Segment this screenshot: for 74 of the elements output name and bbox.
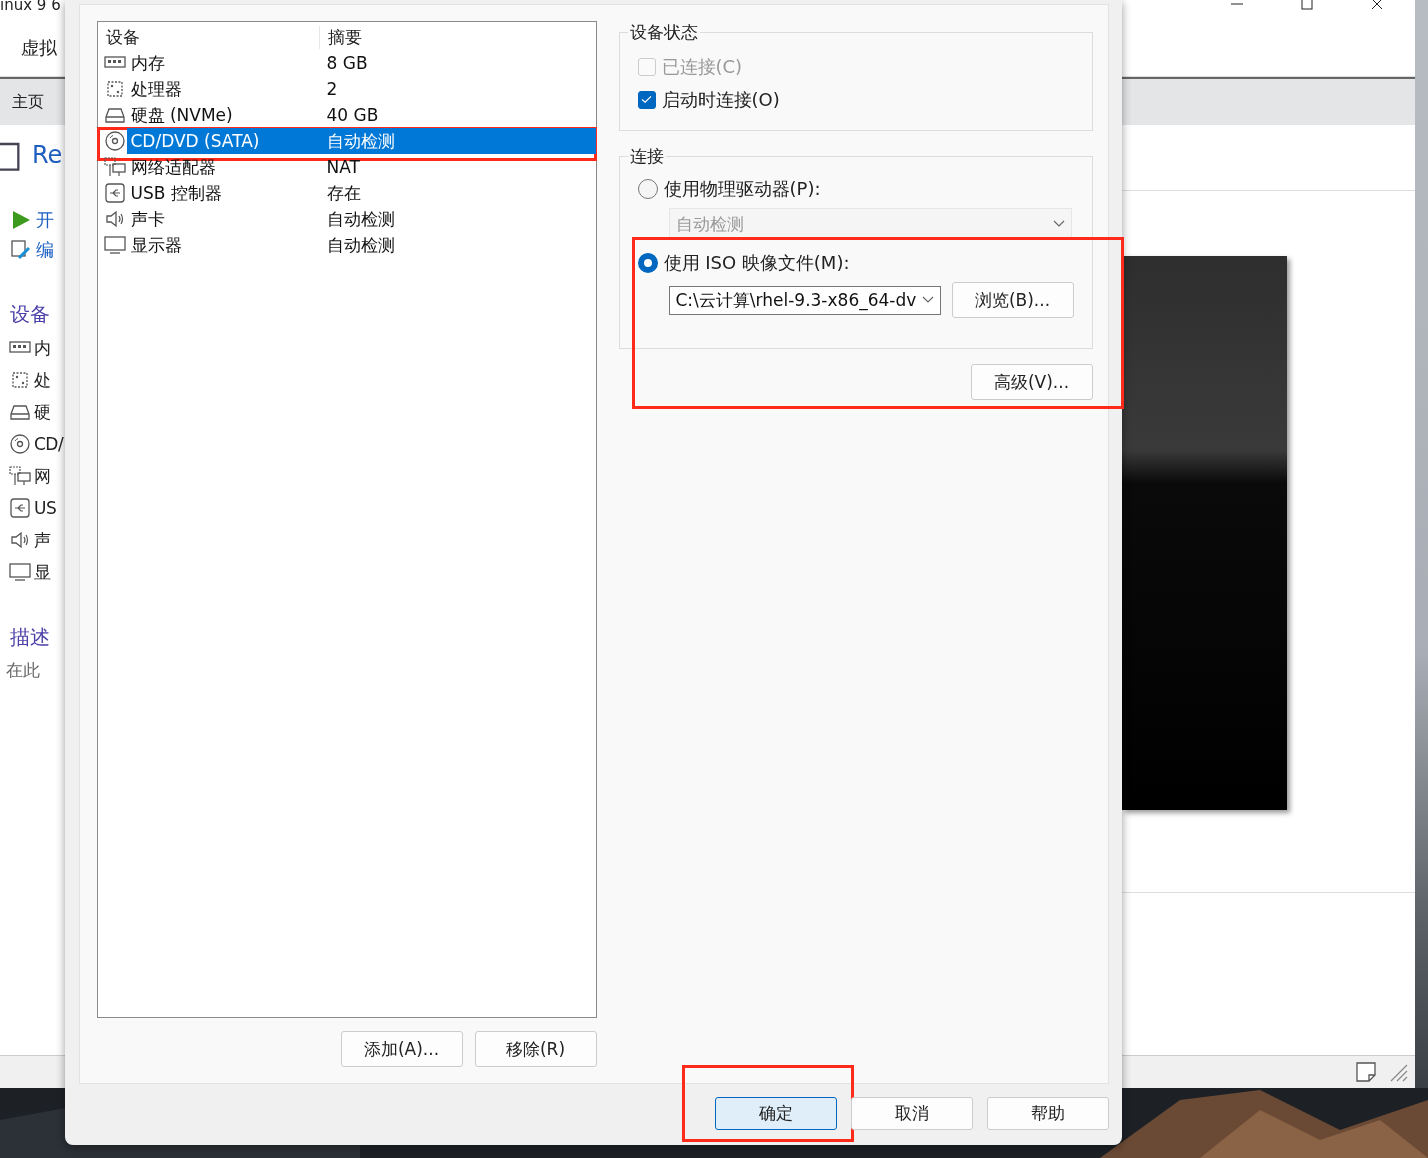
- dialog-button[interactable]: 帮助: [986, 1097, 1109, 1130]
- device-row[interactable]: CD/DVD (SATA) 自动检测: [97, 128, 596, 154]
- table-cell-text: USB 控制器: [129, 181, 223, 205]
- table-cell-text: 硬盘 (NVMe): [129, 103, 234, 127]
- table-cell-text: 自动检测: [325, 207, 396, 231]
- description-text: 在此: [6, 659, 41, 682]
- disc-icon: [8, 432, 32, 456]
- device-item[interactable]: 内: [8, 332, 65, 364]
- iso-path-combobox[interactable]: C:\云计算\rhel-9.3-x86_64-dv: [668, 285, 941, 315]
- check-icon: [641, 95, 652, 104]
- table-cell: 自动检测: [318, 128, 596, 154]
- home-tab[interactable]: 主页: [12, 91, 44, 113]
- table-cell-text: 内存: [129, 51, 166, 75]
- device-row[interactable]: 内存 8 GB: [97, 50, 596, 76]
- device-row[interactable]: USB 控制器 存在: [97, 180, 596, 206]
- table-cell-text: NAT: [325, 157, 361, 177]
- section-heading: 设备: [10, 301, 51, 328]
- close-icon[interactable]: [1369, 0, 1385, 12]
- note-icon[interactable]: [1355, 1061, 1377, 1083]
- action-link[interactable]: 开: [10, 205, 54, 235]
- device-item[interactable]: 显: [8, 556, 65, 588]
- checkbox[interactable]: [637, 90, 656, 109]
- usb-icon: [8, 496, 32, 520]
- table-cell-text: CD/DVD (SATA): [129, 131, 261, 151]
- group-title: 连接: [628, 145, 665, 168]
- device-row[interactable]: 显示器 自动检测: [97, 232, 596, 258]
- play-icon: [10, 209, 32, 231]
- dialog-button[interactable]: 取消: [850, 1097, 973, 1130]
- radio-button[interactable]: [637, 253, 658, 273]
- usb-icon: [102, 181, 127, 205]
- checkbox-label[interactable]: 启动时连接(O): [661, 87, 780, 112]
- table-cell-text: 自动检测: [325, 233, 396, 257]
- device-item[interactable]: 网: [8, 460, 65, 492]
- column-header[interactable]: 摘要: [318, 25, 596, 49]
- chevron-icon: [1052, 220, 1065, 228]
- table-cell-text: 40 GB: [325, 105, 380, 125]
- dialog-button[interactable]: 确定: [714, 1097, 837, 1130]
- radio-label[interactable]: 使用物理驱动器(P):: [663, 177, 821, 201]
- table-cell-text: 声卡: [129, 207, 166, 231]
- dialog-button[interactable]: 添加(A)...: [340, 1031, 463, 1067]
- device-item[interactable]: US: [8, 492, 65, 524]
- device-item[interactable]: 声: [8, 524, 65, 556]
- table-cell-text: 2: [325, 79, 339, 99]
- device-item[interactable]: CD/: [8, 428, 65, 460]
- edit-icon: [10, 239, 32, 261]
- menu-item[interactable]: 虚拟: [21, 36, 57, 60]
- dialog-button[interactable]: 移除(R): [474, 1031, 597, 1067]
- maximize-icon[interactable]: [1299, 0, 1315, 12]
- device-row[interactable]: 网络适配器 NAT: [97, 154, 596, 180]
- network-icon: [102, 155, 127, 179]
- device-row[interactable]: 硬盘 (NVMe) 40 GB: [97, 102, 596, 128]
- radio-button[interactable]: [637, 179, 658, 199]
- device-row[interactable]: 处理器 2: [97, 76, 596, 102]
- advanced-button[interactable]: 高级(V)...: [970, 364, 1093, 400]
- table-cell-text: 8 GB: [325, 53, 369, 73]
- table-cell-text: 处理器: [129, 77, 183, 101]
- table-cell-text: 网络适配器: [129, 155, 217, 179]
- chevron-icon: [921, 296, 934, 304]
- table-cell-text: 显示器: [129, 233, 183, 257]
- device-item[interactable]: 处: [8, 364, 65, 396]
- device-row[interactable]: 声卡 自动检测: [97, 206, 596, 232]
- browse-button[interactable]: 浏览(B)...: [951, 282, 1074, 318]
- table-cell-text: 存在: [325, 181, 362, 205]
- radio-label[interactable]: 使用 ISO 映像文件(M):: [663, 251, 850, 275]
- disc-icon: [102, 129, 127, 153]
- action-link[interactable]: 编: [10, 235, 54, 265]
- vm-name: Re: [32, 141, 63, 169]
- monitor-icon: [8, 560, 32, 584]
- device-item[interactable]: 硬: [8, 396, 65, 428]
- monitor-icon: [102, 233, 127, 257]
- network-icon: [8, 464, 32, 488]
- section-heading: 描述: [10, 624, 51, 651]
- column-header[interactable]: 设备: [97, 25, 319, 49]
- group-title: 设备状态: [628, 21, 699, 44]
